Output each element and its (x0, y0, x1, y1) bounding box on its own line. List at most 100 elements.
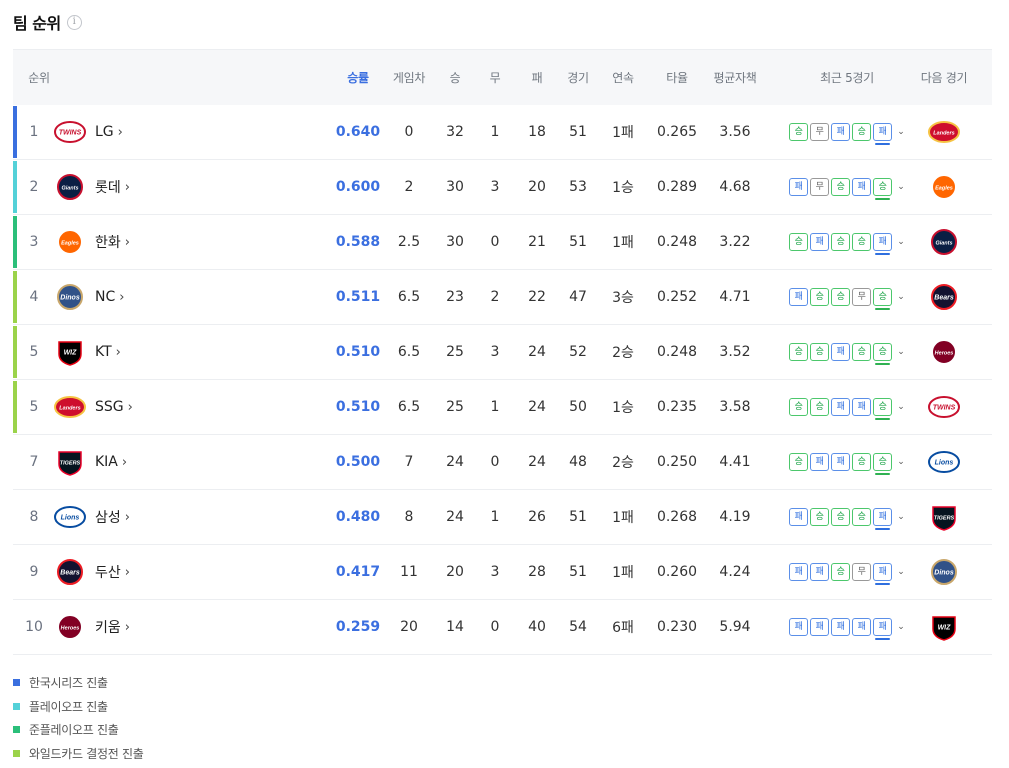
table-row[interactable]: 1 TWINS LG › 0.640 0 32 1 18 51 1패 0.265 3.56 승무… (13, 105, 992, 160)
result-badge: 승 (810, 343, 830, 361)
team-link[interactable]: Dinos NC › (53, 270, 203, 324)
svg-text:Eagles: Eagles (935, 186, 953, 192)
table-row[interactable]: 3 Eagles 한화 › 0.588 2.5 30 0 21 51 1패 0.248 3.22… (13, 215, 992, 270)
samsung-lions-logo-icon[interactable]: Lions (927, 448, 961, 476)
doosan-bears-logo-icon[interactable]: Bears (927, 283, 961, 311)
next-game[interactable]: Giants (919, 215, 969, 269)
team-link[interactable]: TIGERS KIA › (53, 435, 203, 489)
team-link[interactable]: Eagles 한화 › (53, 215, 203, 269)
next-game[interactable]: Heroes (919, 325, 969, 379)
legend-label: 한국시리즈 진출 (29, 676, 108, 691)
team-link[interactable]: TWINS LG › (53, 105, 203, 159)
ssg-landers-logo-icon[interactable]: Landers (927, 118, 961, 146)
team-name: SSG (95, 399, 124, 415)
hanwha-eagles-logo-icon[interactable]: Eagles (927, 173, 961, 201)
next-game[interactable]: TIGERS (919, 490, 969, 544)
header-games[interactable]: 경기 (556, 50, 600, 105)
header-lose[interactable]: 패 (515, 50, 559, 105)
draws: 1 (490, 509, 500, 525)
team-link[interactable]: Bears 두산 › (53, 545, 203, 599)
result-badge: 승 (852, 453, 872, 471)
nc-dinos-logo-icon[interactable]: Dinos (927, 558, 961, 586)
chevron-down-icon[interactable]: ⌄ (897, 457, 905, 467)
result-badge: 승 (852, 343, 872, 361)
header-avg[interactable]: 타율 (653, 50, 701, 105)
next-game[interactable]: Bears (919, 270, 969, 324)
chevron-right-icon: › (117, 124, 123, 140)
table-row[interactable]: 4 Dinos NC › 0.511 6.5 23 2 22 47 3승 0.252 4.71 … (13, 270, 992, 325)
table-row[interactable]: 8 Lions 삼성 › 0.480 8 24 1 26 51 1패 0.268 4.19 패승… (13, 490, 992, 545)
recent-5-games: 패 무 승 패 승 ⌄ (783, 160, 911, 214)
info-icon[interactable]: i (66, 14, 82, 30)
table-row[interactable]: 2 Giants 롯데 › 0.600 2 30 3 20 53 1승 0.289 4.68 패… (13, 160, 992, 215)
rank: 8 (29, 509, 39, 525)
result-badge: 패 (873, 233, 893, 255)
games-played: 51 (569, 564, 587, 580)
chevron-down-icon[interactable]: ⌄ (897, 512, 905, 522)
streak: 2승 (612, 455, 634, 471)
chevron-down-icon[interactable]: ⌄ (897, 347, 905, 357)
losses: 20 (528, 179, 546, 195)
header-draw[interactable]: 무 (478, 50, 512, 105)
kt-wiz-logo-icon[interactable]: WIZ (927, 613, 961, 641)
svg-text:Eagles: Eagles (61, 241, 79, 247)
header-win[interactable]: 승 (433, 50, 477, 105)
chevron-down-icon[interactable]: ⌄ (897, 127, 905, 137)
next-game[interactable]: Eagles (919, 160, 969, 214)
next-game[interactable]: Landers (919, 105, 969, 159)
result-badge: 패 (810, 453, 830, 471)
result-badge: 패 (831, 123, 851, 141)
result-badge: 패 (873, 123, 893, 145)
lotte-giants-logo-icon[interactable]: Giants (927, 228, 961, 256)
wins: 24 (446, 454, 464, 470)
chevron-down-icon[interactable]: ⌄ (897, 567, 905, 577)
team-link[interactable]: Giants 롯데 › (53, 160, 203, 214)
header-streak[interactable]: 연속 (601, 50, 645, 105)
rank: 5 (29, 399, 39, 415)
team-link[interactable]: Landers SSG › (53, 380, 203, 434)
batting-avg: 0.248 (656, 234, 698, 250)
result-badge: 승 (789, 453, 809, 471)
next-game[interactable]: WIZ (919, 600, 969, 654)
table-row[interactable]: 5 Landers SSG › 0.510 6.5 25 1 24 50 1승 0.235 3.… (13, 380, 992, 435)
team-link[interactable]: Lions 삼성 › (53, 490, 203, 544)
header-gb[interactable]: 게임차 (389, 50, 429, 105)
header-rank[interactable]: 순위 (21, 50, 57, 105)
team-link[interactable]: WIZ KT › (53, 325, 203, 379)
table-row[interactable]: 9 Bears 두산 › 0.417 11 20 3 28 51 1패 0.260 4.24 패… (13, 545, 992, 600)
result-badge: 패 (852, 178, 872, 196)
kiwoom-heroes-logo-icon[interactable]: Heroes (927, 338, 961, 366)
wins: 20 (446, 564, 464, 580)
team-link[interactable]: Heroes 키움 › (53, 600, 203, 654)
wins: 25 (446, 399, 464, 415)
losses: 24 (528, 344, 546, 360)
streak: 3승 (612, 290, 634, 306)
chevron-down-icon[interactable]: ⌄ (897, 292, 905, 302)
games-played: 48 (569, 454, 587, 470)
games-played: 51 (569, 124, 587, 140)
next-game[interactable]: TWINS (919, 380, 969, 434)
batting-avg: 0.248 (656, 344, 698, 360)
page-title: 팀 순위 (13, 14, 61, 33)
chevron-down-icon[interactable]: ⌄ (897, 622, 905, 632)
games-behind: 20 (400, 619, 418, 635)
lg-twins-logo-icon[interactable]: TWINS (927, 393, 961, 421)
next-game[interactable]: Dinos (919, 545, 969, 599)
chevron-down-icon[interactable]: ⌄ (897, 402, 905, 412)
table-row[interactable]: 7 TIGERS KIA › 0.500 7 24 0 24 48 2승 0.250 4.41 … (13, 435, 992, 490)
chevron-down-icon[interactable]: ⌄ (897, 237, 905, 247)
games-played: 53 (569, 179, 587, 195)
rank-indicator-bar (13, 271, 17, 323)
table-row[interactable]: 5 WIZ KT › 0.510 6.5 25 3 24 52 2승 0.248 3.52 승승… (13, 325, 992, 380)
kia-tigers-logo-icon[interactable]: TIGERS (927, 503, 961, 531)
chevron-down-icon[interactable]: ⌄ (897, 182, 905, 192)
table-row[interactable]: 10 Heroes 키움 › 0.259 20 14 0 40 54 6패 0.230 5.94… (13, 600, 992, 655)
header-pct[interactable]: 승률 (323, 50, 393, 105)
team-name: 삼성 (95, 510, 121, 526)
draws: 3 (490, 564, 500, 580)
header-era[interactable]: 평균자책 (710, 50, 760, 105)
streak: 2승 (612, 345, 634, 361)
next-game[interactable]: Lions (919, 435, 969, 489)
win-pct: 0.600 (335, 179, 381, 195)
recent-5-games: 승 승 패 승 승 ⌄ (783, 325, 911, 379)
